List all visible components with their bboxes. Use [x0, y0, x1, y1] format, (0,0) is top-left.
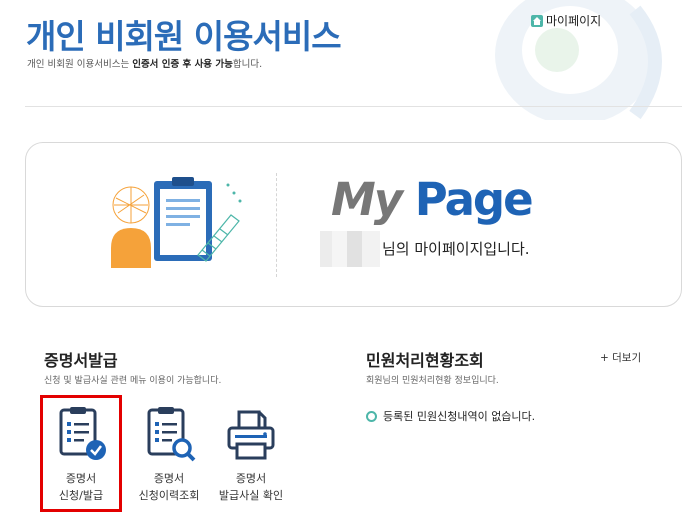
header-divider: [25, 106, 682, 107]
mypage-link-label: 마이페이지: [546, 14, 602, 28]
clipboard-search-icon: [147, 407, 196, 462]
certificate-issue-verify-button[interactable]: 증명서 발급사실 확인: [210, 398, 292, 510]
page-subtitle: 개인 비회원 이용서비스는 인증서 인증 후 사용 가능합니다.: [27, 59, 263, 70]
greeting-text: 님의 마이페이지입니다.: [382, 240, 530, 258]
page-title: 개인 비회원 이용서비스: [26, 17, 342, 56]
more-link[interactable]: + 더보기: [600, 350, 641, 365]
selection-highlight: [40, 395, 122, 512]
bullet-icon: [366, 410, 377, 422]
menu-label: 증명서 신청이력조회: [138, 472, 200, 502]
empty-notice: 등록된 민원신청내역이 없습니다.: [366, 408, 535, 424]
mypage-logo: My Page: [331, 173, 534, 226]
empty-notice-text: 등록된 민원신청내역이 없습니다.: [383, 410, 536, 423]
banner-divider: [276, 173, 277, 277]
petition-section-title: 민원처리현황조회: [366, 351, 484, 370]
certificate-history-button[interactable]: 증명서 신청이력조회: [128, 398, 210, 510]
petition-section-description: 회원님의 민원처리현황 정보입니다.: [366, 376, 499, 386]
certificate-section-description: 신청 및 발급사실 관련 메뉴 이용이 가능합니다.: [44, 376, 222, 386]
home-icon: [531, 14, 543, 27]
blurred-user-name: [320, 231, 380, 267]
printer-icon: [227, 410, 275, 460]
mypage-link[interactable]: 마이페이지: [531, 12, 601, 29]
mypage-banner: My Page 님의 마이페이지입니다.: [25, 142, 682, 307]
document-illustration-icon: [111, 177, 242, 268]
menu-label: 증명서 발급사실 확인: [218, 472, 284, 502]
certificate-section-title: 증명서발급: [44, 351, 118, 370]
